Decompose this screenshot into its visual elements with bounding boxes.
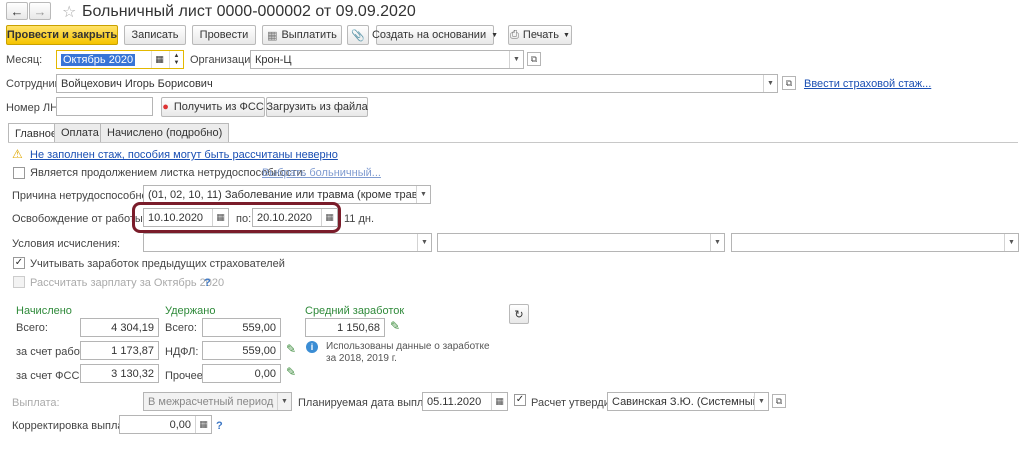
- organization-field[interactable]: Крон-Ц ▼: [250, 50, 524, 69]
- withheld-other-field: 0,00: [202, 364, 281, 383]
- month-stepper[interactable]: ▲ ▼: [169, 51, 183, 68]
- payment-label: Выплата:: [12, 397, 60, 409]
- withheld-header: Удержано: [165, 305, 216, 317]
- open-employee-icon[interactable]: ⧉: [782, 76, 796, 90]
- refresh-button[interactable]: ↻: [509, 304, 529, 324]
- pay-icon: ▦: [267, 29, 278, 42]
- favorite-star-icon[interactable]: ☆: [62, 2, 76, 22]
- chevron-down-icon[interactable]: ▼: [417, 234, 431, 251]
- post-button[interactable]: Провести: [192, 25, 256, 45]
- tab-payment[interactable]: Оплата: [54, 123, 106, 142]
- accrued-fss-label: за счет ФСС:: [16, 370, 83, 382]
- accrued-header: Начислено: [16, 305, 72, 317]
- info-icon: i: [306, 341, 318, 353]
- approved-label: Расчет утвердил: [531, 397, 617, 409]
- payment-field[interactable]: В межрасчетный период ▼: [143, 392, 292, 411]
- average-earnings-info: Использованы данные о заработке за 2018,…: [326, 341, 490, 364]
- chevron-down-icon: ▼: [491, 31, 499, 39]
- chevron-down-icon[interactable]: ▼: [1004, 234, 1018, 251]
- withheld-total-field: 559,00: [202, 318, 281, 337]
- month-field[interactable]: Октябрь 2020 ▦ ▲ ▼: [56, 50, 184, 69]
- calc-salary-checkbox[interactable]: [13, 276, 25, 288]
- condition-field-1[interactable]: ▼: [143, 233, 432, 252]
- approved-by-field[interactable]: Савинская З.Ю. (Системный прог ▼: [607, 392, 769, 411]
- page-title: Больничный лист 0000-000002 от 09.09.202…: [82, 3, 416, 20]
- average-earnings-field: 1 150,68: [305, 318, 385, 337]
- conditions-label: Условия исчисления:: [12, 238, 121, 250]
- edit-ndfl-icon[interactable]: ✎: [286, 342, 296, 356]
- save-button[interactable]: Записать: [124, 25, 186, 45]
- paperclip-icon: 📎: [351, 29, 365, 42]
- condition-field-2[interactable]: ▼: [437, 233, 725, 252]
- warning-icon: ⚠: [12, 147, 23, 161]
- select-sick-leave-link[interactable]: Выбрать больничный...: [262, 167, 381, 179]
- post-and-close-button[interactable]: Провести и закрыть: [6, 25, 118, 45]
- organization-label: Организация:: [190, 54, 260, 66]
- fss-icon: ●: [162, 101, 169, 113]
- help-icon[interactable]: ?: [216, 420, 223, 432]
- accrued-employer-field: 1 173,87: [80, 341, 159, 360]
- tab-accrued-details[interactable]: Начислено (подробно): [100, 123, 230, 142]
- chevron-down-icon: ▼: [562, 31, 570, 39]
- consider-previous-label: Учитывать заработок предыдущих страховат…: [30, 258, 285, 270]
- edit-average-icon[interactable]: ✎: [390, 319, 400, 333]
- withheld-total-label: Всего:: [165, 322, 197, 334]
- average-earnings-header: Средний заработок: [305, 305, 405, 317]
- open-approver-icon[interactable]: ⧉: [772, 394, 786, 408]
- back-button[interactable]: ←: [6, 2, 28, 20]
- accrued-total-label: Всего:: [16, 322, 48, 334]
- month-label: Месяц:: [6, 54, 43, 66]
- ndfl-field: 559,00: [202, 341, 281, 360]
- print-button[interactable]: ⎙ Печать ▼: [508, 25, 572, 45]
- load-from-file-button[interactable]: Загрузить из файла: [266, 97, 368, 117]
- date-from-field[interactable]: 10.10.2020 ▦: [143, 208, 229, 227]
- month-value: Октябрь 2020: [61, 53, 136, 66]
- create-based-on-button[interactable]: Создать на основании ▼: [372, 25, 498, 45]
- days-count: 11 дн.: [344, 213, 375, 225]
- chevron-down-icon[interactable]: ▼: [754, 393, 768, 410]
- help-icon[interactable]: ?: [204, 277, 211, 289]
- pay-button[interactable]: ▦ Выплатить: [262, 25, 342, 45]
- calendar-icon[interactable]: ▦: [321, 209, 337, 226]
- tab-divider: [8, 142, 1018, 143]
- approved-checkbox[interactable]: ✓: [514, 394, 526, 406]
- forward-button[interactable]: →: [29, 2, 51, 20]
- accrued-total-field: 4 304,19: [80, 318, 159, 337]
- date-to-field[interactable]: 20.10.2020 ▦: [252, 208, 338, 227]
- employee-field[interactable]: Войцехович Игорь Борисович ▼: [56, 74, 778, 93]
- calendar-icon[interactable]: ▦: [212, 209, 228, 226]
- open-organization-icon[interactable]: ⧉: [527, 52, 541, 66]
- accrued-employer-label: за счет работ.:: [16, 346, 90, 358]
- chevron-down-icon[interactable]: ▼: [763, 75, 777, 92]
- attach-button[interactable]: 📎: [347, 25, 369, 45]
- to-label: по:: [236, 213, 252, 225]
- condition-field-3[interactable]: ▼: [731, 233, 1019, 252]
- ln-number-field[interactable]: [56, 97, 153, 116]
- accrued-fss-field: 3 130,32: [80, 364, 159, 383]
- get-from-fss-button[interactable]: ● Получить из ФСС: [161, 97, 265, 117]
- printer-icon: ⎙: [510, 28, 519, 41]
- chevron-down-icon[interactable]: ▼: [277, 393, 291, 410]
- calculator-icon[interactable]: ▦: [195, 416, 211, 433]
- refresh-icon: ↻: [514, 308, 524, 321]
- withheld-other-label: Прочее:: [165, 370, 206, 382]
- ln-number-label: Номер ЛН:: [6, 102, 62, 114]
- ndfl-label: НДФЛ:: [165, 346, 199, 358]
- chevron-down-icon[interactable]: ▼: [710, 234, 724, 251]
- continuation-checkbox[interactable]: [13, 167, 25, 179]
- chevron-down-icon[interactable]: ▼: [416, 186, 430, 203]
- correction-field[interactable]: 0,00 ▦: [119, 415, 212, 434]
- edit-other-icon[interactable]: ✎: [286, 365, 296, 379]
- planned-date-field[interactable]: 05.11.2020 ▦: [422, 392, 508, 411]
- employee-label: Сотрудник:: [6, 78, 63, 90]
- calendar-icon[interactable]: ▦: [151, 51, 167, 68]
- chevron-down-icon[interactable]: ▼: [509, 51, 523, 68]
- insurance-experience-link[interactable]: Ввести страховой стаж...: [804, 78, 931, 90]
- calc-salary-label: Рассчитать зарплату за Октябрь 2020: [30, 277, 225, 289]
- consider-previous-checkbox[interactable]: ✓: [13, 257, 25, 269]
- calendar-icon[interactable]: ▦: [491, 393, 507, 410]
- experience-warning-link[interactable]: Не заполнен стаж, пособия могут быть рас…: [30, 149, 338, 161]
